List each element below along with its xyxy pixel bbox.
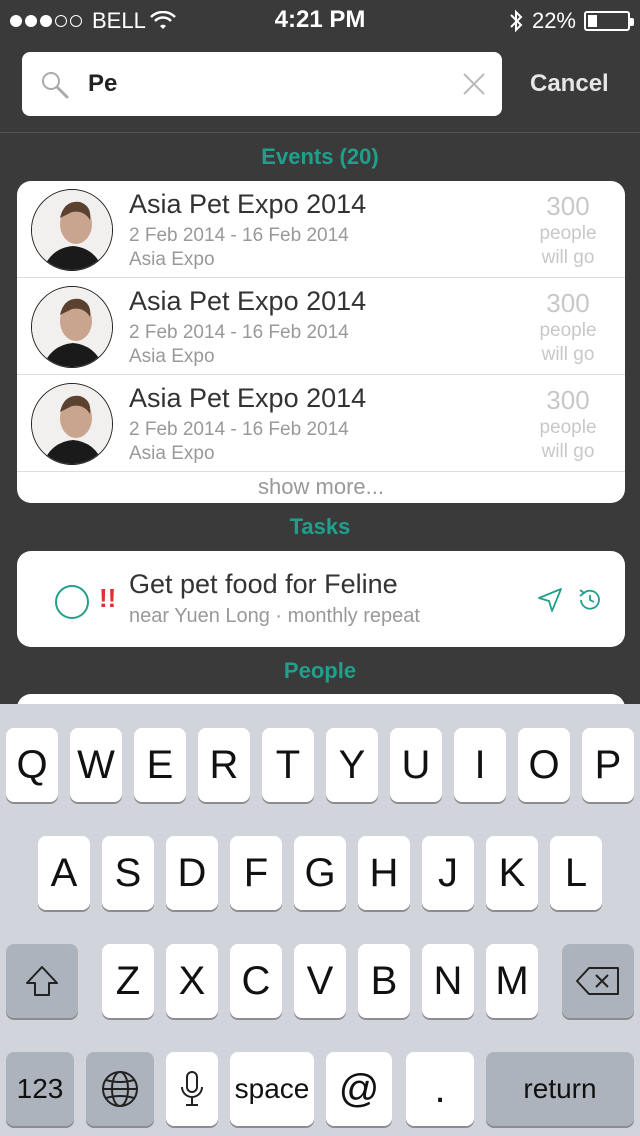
clear-icon[interactable] [462,72,486,96]
key-r[interactable]: R [198,728,250,802]
return-key[interactable]: return [486,1052,634,1126]
search-input[interactable] [88,62,448,106]
divider [0,132,640,133]
event-venue: Asia Expo [129,249,215,270]
key-n[interactable]: N [422,944,474,1018]
shift-icon [26,966,58,996]
attendee-count: 300 people will go [523,191,613,270]
attendee-count: 300 people will go [523,288,613,367]
event-dates: 2 Feb 2014 - 16 Feb 2014 [129,225,349,246]
people-header: People [283,658,357,683]
key-y[interactable]: Y [326,728,378,802]
key-p[interactable]: P [582,728,634,802]
event-row[interactable]: Asia Pet Expo 2014 2 Feb 2014 - 16 Feb 2… [17,278,625,375]
events-card: Asia Pet Expo 2014 2 Feb 2014 - 16 Feb 2… [17,181,625,503]
bluetooth-icon [510,9,523,33]
status-right: 22% [508,8,634,34]
key-k[interactable]: K [486,836,538,910]
delete-key[interactable] [562,944,634,1018]
globe-key[interactable] [86,1052,154,1126]
event-row[interactable]: Asia Pet Expo 2014 2 Feb 2014 - 16 Feb 2… [17,375,625,472]
key-i[interactable]: I [454,728,506,802]
key-g[interactable]: G [294,836,346,910]
attendee-count-unit: people [539,223,597,244]
battery-icon [584,11,634,31]
shift-key[interactable] [6,944,78,1018]
key-m[interactable]: M [486,944,538,1018]
keyboard: Q W E R T Y U I O P A S D F G H J K L Z … [0,704,640,1136]
event-dates: 2 Feb 2014 - 16 Feb 2014 [129,419,349,440]
backspace-icon [576,967,619,995]
events-header: Events (20) [261,144,379,169]
status-bar: BELL 4:21 PM 22% [0,0,640,40]
avatar [31,189,113,271]
key-d[interactable]: D [166,836,218,910]
event-title: Asia Pet Expo 2014 [129,286,367,316]
key-c[interactable]: C [230,944,282,1018]
attendee-count-number: 300 [546,191,590,221]
event-title: Asia Pet Expo 2014 [129,383,367,413]
key-f[interactable]: F [230,836,282,910]
period-key[interactable]: . [406,1052,474,1126]
event-title: Asia Pet Expo 2014 [129,189,367,219]
key-o[interactable]: O [518,728,570,802]
task-complete-checkbox[interactable] [55,585,89,619]
key-l[interactable]: L [550,836,602,910]
key-b[interactable]: B [358,944,410,1018]
dictation-key[interactable] [166,1052,218,1126]
task-icons [537,587,603,613]
event-dates: 2 Feb 2014 - 16 Feb 2014 [129,322,349,343]
numbers-key[interactable]: 123 [6,1052,74,1126]
attendee-count-number: 300 [546,385,590,415]
search-bar[interactable] [22,52,502,116]
event-venue: Asia Expo [129,346,215,367]
repeat-history-icon[interactable] [577,587,603,613]
key-a[interactable]: A [38,836,90,910]
event-venue: Asia Expo [129,443,215,464]
task-row[interactable]: !! Get pet food for Feline near Yuen Lon… [17,551,625,647]
tasks-card: !! Get pet food for Feline near Yuen Lon… [17,551,625,647]
event-row[interactable]: Asia Pet Expo 2014 2 Feb 2014 - 16 Feb 2… [17,181,625,278]
attendee-count-number: 300 [546,288,590,318]
priority-indicator: !! [99,583,117,613]
key-e[interactable]: E [134,728,186,802]
cancel-button[interactable]: Cancel [530,70,609,98]
battery-level [588,15,598,27]
tasks-header: Tasks [289,514,351,539]
key-v[interactable]: V [294,944,346,1018]
space-key[interactable]: space [230,1052,314,1126]
key-u[interactable]: U [390,728,442,802]
key-x[interactable]: X [166,944,218,1018]
attendee-count-unit: will go [541,441,595,462]
attendee-count: 300 people will go [523,385,613,464]
task-subtitle: near Yuen Long · monthly repeat [129,605,420,627]
search-icon [42,72,69,99]
battery-percent: 22% [531,8,576,33]
show-more-link[interactable]: show more... [17,472,625,503]
avatar [31,286,113,368]
key-z[interactable]: Z [102,944,154,1018]
task-title: Get pet food for Feline [129,569,398,599]
key-w[interactable]: W [70,728,122,802]
key-j[interactable]: J [422,836,474,910]
attendee-count-unit: people [539,417,597,438]
attendee-count-unit: people [539,320,597,341]
at-key[interactable]: @ [326,1052,392,1126]
attendee-count-unit: will go [541,247,595,268]
key-t[interactable]: T [262,728,314,802]
attendee-count-unit: will go [541,344,595,365]
globe-icon [102,1071,138,1107]
avatar [31,383,113,465]
key-q[interactable]: Q [6,728,58,802]
location-arrow-icon[interactable] [537,587,563,613]
key-h[interactable]: H [358,836,410,910]
key-s[interactable]: S [102,836,154,910]
microphone-icon [181,1071,203,1106]
